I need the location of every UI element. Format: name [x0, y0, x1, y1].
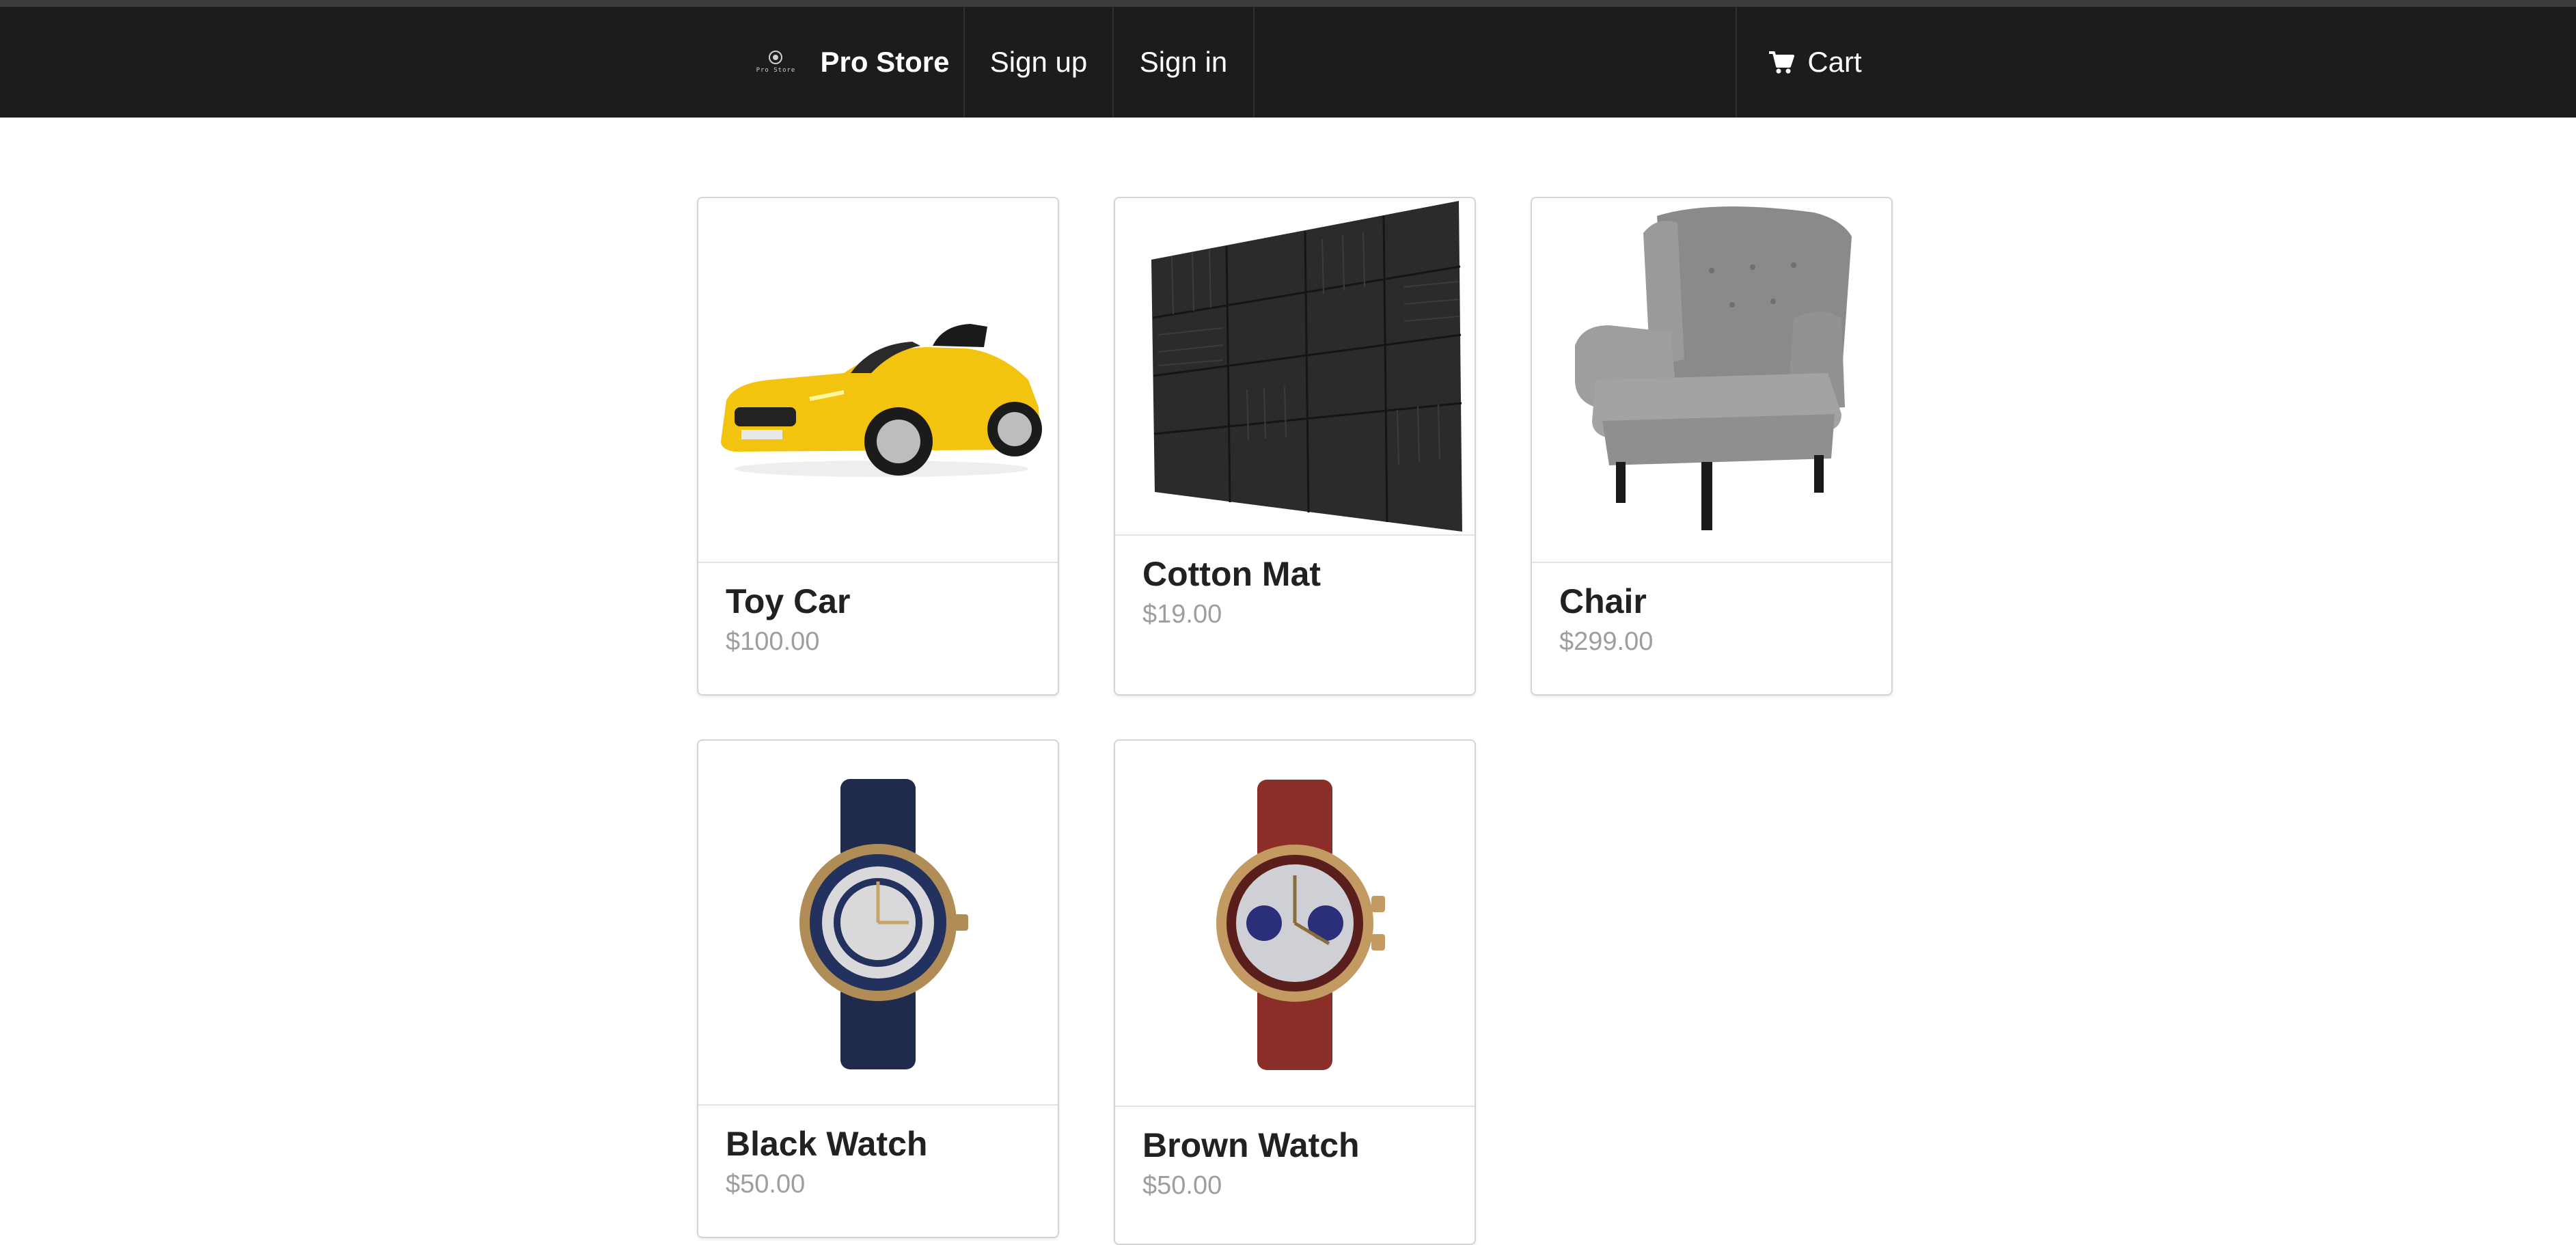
logo-mark-icon — [769, 51, 783, 64]
product-title[interactable]: Brown Watch — [1142, 1125, 1447, 1166]
logo-text: Pro Store — [756, 67, 796, 74]
brand-name: Pro Store — [820, 46, 950, 78]
brand-link[interactable]: Pro Store Pro Store — [724, 7, 965, 118]
product-price: $19.00 — [1142, 600, 1222, 629]
product-title[interactable]: Black Watch — [726, 1123, 1030, 1164]
product-price: $299.00 — [1559, 627, 1654, 656]
product-title[interactable]: Cotton Mat — [1142, 553, 1447, 594]
product-card-chair[interactable]: Chair $299.00 — [1531, 197, 1893, 696]
product-image-cotton-mat — [1115, 198, 1475, 536]
product-card-black-watch[interactable]: Black Watch $50.00 — [697, 739, 1059, 1238]
sign-up-link[interactable]: Sign up — [965, 7, 1114, 118]
product-card-cotton-mat[interactable]: Cotton Mat $19.00 — [1114, 197, 1476, 696]
product-image-toy-car — [698, 198, 1058, 563]
product-card-toy-car[interactable]: Toy Car $100.00 — [697, 197, 1059, 696]
cart-link[interactable]: Cart — [1736, 7, 1893, 118]
product-image-black-watch — [698, 741, 1058, 1106]
product-image-chair — [1532, 198, 1891, 563]
product-title[interactable]: Chair — [1559, 581, 1864, 622]
product-title[interactable]: Toy Car — [726, 581, 1030, 622]
product-price: $50.00 — [726, 1170, 806, 1199]
cart-label: Cart — [1807, 46, 1862, 78]
navbar: Pro Store Pro Store Sign up Sign in Cart — [0, 7, 2576, 118]
product-price: $50.00 — [1142, 1171, 1222, 1200]
sign-in-link[interactable]: Sign in — [1114, 7, 1255, 118]
product-card-brown-watch[interactable]: Brown Watch $50.00 — [1114, 739, 1476, 1245]
cart-icon — [1768, 50, 1795, 74]
top-strip — [0, 0, 2576, 7]
product-price: $100.00 — [726, 627, 820, 656]
brand-logo: Pro Store — [738, 28, 813, 96]
product-image-brown-watch — [1115, 741, 1475, 1107]
